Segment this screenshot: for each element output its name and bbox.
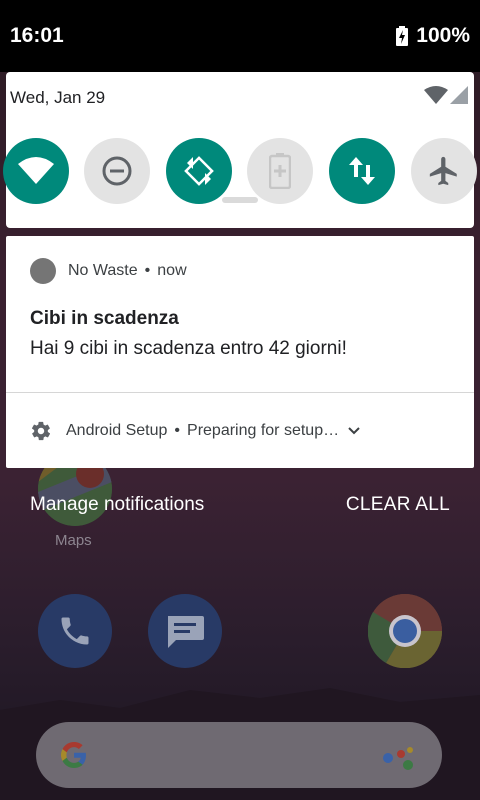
- google-search-bar: [36, 722, 442, 788]
- quick-settings-panel: Wed, Jan 29: [3, 72, 477, 228]
- auto-rotate-icon: [184, 156, 214, 186]
- chevron-down-icon[interactable]: [347, 426, 361, 436]
- airplane-mode-tile[interactable]: [411, 138, 477, 204]
- notification-text[interactable]: Hai 9 cibi in scadenza entro 42 giorni!: [30, 338, 347, 360]
- maps-app-label: Maps: [55, 532, 92, 549]
- airplane-icon: [429, 156, 457, 186]
- android-setup-notification[interactable]: Android Setup • Preparing for setup…: [30, 420, 361, 442]
- wifi-icon: [18, 157, 54, 184]
- do-not-disturb-icon: [102, 156, 132, 186]
- notification-time: now: [157, 262, 187, 279]
- battery-saver-tile[interactable]: [247, 138, 313, 204]
- setup-separator: •: [174, 422, 181, 439]
- notification-group: No Waste • now Cibi in scadenza Hai 9 ci…: [6, 236, 474, 468]
- setup-text: Preparing for setup…: [187, 422, 340, 439]
- wifi-signal-icon: [424, 86, 448, 104]
- notification-separator: •: [144, 262, 151, 279]
- status-time: 16:01: [10, 24, 64, 47]
- setup-app-name: Android Setup: [66, 422, 168, 439]
- notification-divider: [6, 392, 474, 393]
- qs-tiles-row: [3, 138, 477, 204]
- chrome-app-icon: [368, 594, 442, 668]
- notification-app-name: No Waste: [68, 262, 138, 279]
- auto-rotate-tile[interactable]: [166, 138, 232, 204]
- mobile-data-tile[interactable]: [329, 138, 395, 204]
- battery-saver-icon: [269, 153, 291, 189]
- qs-signal-indicators: [424, 86, 468, 104]
- phone-app-icon: [38, 594, 112, 668]
- manage-notifications-button[interactable]: Manage notifications: [30, 494, 204, 516]
- notification-title[interactable]: Cibi in scadenza: [30, 308, 179, 330]
- qs-expand-handle[interactable]: [222, 197, 258, 203]
- phone-icon: [61, 617, 89, 645]
- status-bar: 16:01 100%: [0, 0, 480, 72]
- messages-app-icon: [148, 594, 222, 668]
- gear-icon: [31, 421, 51, 441]
- google-g-icon: [61, 742, 86, 768]
- mobile-data-icon: [349, 157, 375, 185]
- wifi-tile[interactable]: [3, 138, 69, 204]
- assistant-icon: [383, 747, 413, 770]
- no-waste-notification-header[interactable]: No Waste • now: [30, 258, 187, 284]
- do-not-disturb-tile[interactable]: [84, 138, 150, 204]
- battery-charging-icon: [396, 26, 409, 46]
- cellular-signal-icon: [450, 86, 468, 104]
- clear-all-button[interactable]: CLEAR ALL: [346, 494, 450, 516]
- app-icon: [30, 258, 56, 284]
- qs-date[interactable]: Wed, Jan 29: [10, 88, 105, 108]
- battery-percentage: 100%: [416, 24, 470, 47]
- message-icon: [168, 616, 204, 648]
